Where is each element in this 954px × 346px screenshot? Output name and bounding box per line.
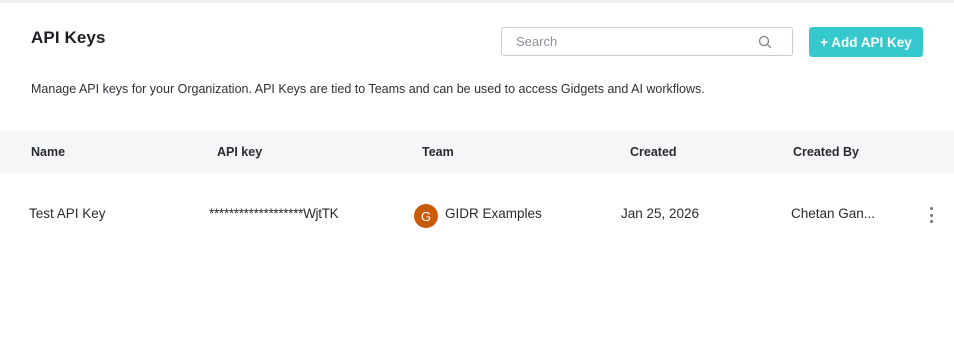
table-header: Name API key Team Created Created By (0, 131, 954, 173)
search-icon[interactable] (758, 35, 772, 49)
column-header-created-by[interactable]: Created By (793, 145, 859, 159)
cell-team: GIDR Examples (445, 206, 542, 221)
column-header-created[interactable]: Created (630, 145, 677, 159)
api-keys-page: API Keys + Add API Key Manage API keys f… (0, 0, 954, 346)
cell-name: Test API Key (29, 206, 106, 221)
more-vertical-icon[interactable] (925, 207, 937, 223)
search-input[interactable] (514, 33, 748, 50)
page-title: API Keys (31, 28, 106, 47)
column-header-api-key[interactable]: API key (217, 145, 262, 159)
page-description: Manage API keys for your Organization. A… (31, 82, 705, 96)
cell-api-key: *******************WjtTK (209, 206, 339, 221)
add-api-key-button[interactable]: + Add API Key (809, 27, 923, 57)
team-avatar: G (414, 204, 438, 228)
column-header-name[interactable]: Name (31, 145, 65, 159)
column-header-team[interactable]: Team (422, 145, 454, 159)
cell-created-by: Chetan Gan... (791, 206, 876, 221)
table-row[interactable]: Test API Key *******************WjtTK G … (0, 173, 954, 253)
cell-created: Jan 25, 2026 (621, 206, 700, 221)
search-box[interactable] (501, 27, 793, 56)
